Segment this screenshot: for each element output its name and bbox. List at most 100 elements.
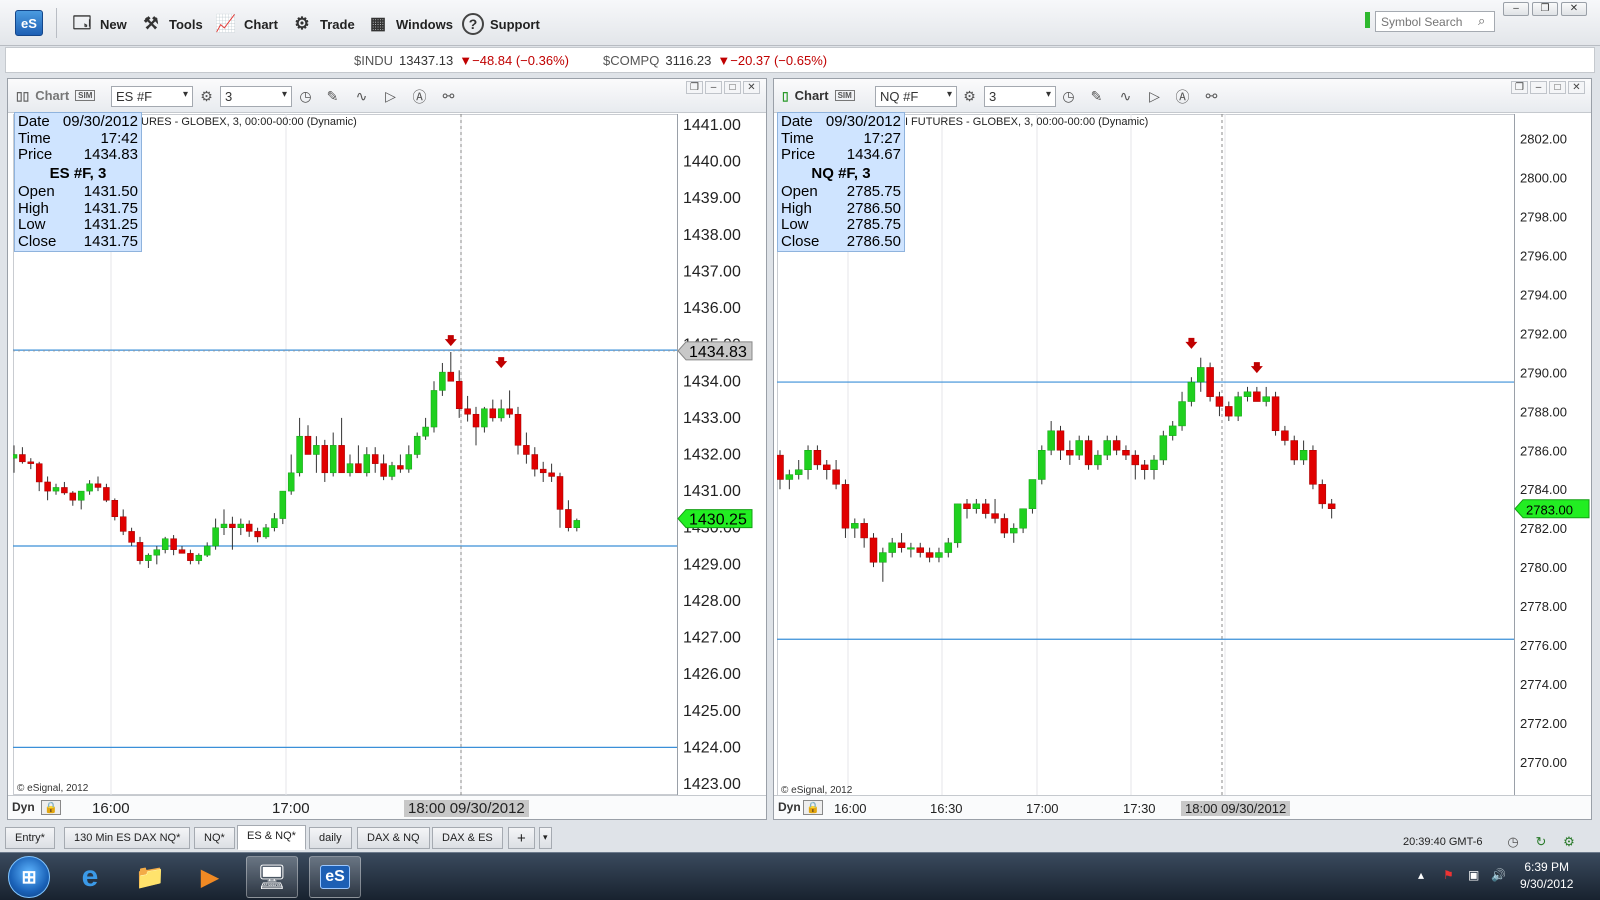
info-value: 1434.67: [846, 146, 901, 163]
interval-select[interactable]: 3: [220, 86, 292, 107]
info-value: 2785.75: [846, 183, 901, 200]
minimize-window-button[interactable]: –: [1503, 2, 1529, 16]
pane-maximize-icon[interactable]: □: [724, 81, 741, 94]
candle-down: [19, 454, 26, 463]
settings-icon[interactable]: ⚙: [197, 87, 216, 106]
data-window: Date 09/30/2012 Time 17:42 Price 1434.83 ES…: [14, 112, 142, 252]
candle-up: [1010, 527, 1018, 534]
symbol-select[interactable]: NQ #F: [875, 86, 957, 107]
candle-down: [523, 445, 530, 455]
show-hidden-icons-arrow[interactable]: ▴: [1418, 868, 1424, 882]
remote-desktop-icon[interactable]: 🖥: [246, 856, 298, 898]
network-icon[interactable]: ▣: [1468, 868, 1479, 882]
restore-window-button[interactable]: ❐: [1532, 2, 1558, 16]
candle-down: [472, 413, 480, 428]
file-explorer-icon[interactable]: 📁: [124, 856, 176, 898]
esignal-logo[interactable]: eS: [15, 10, 43, 36]
close-window-button[interactable]: ✕: [1561, 2, 1587, 16]
page-tab[interactable]: NQ*: [194, 827, 235, 849]
candle-up: [203, 545, 211, 556]
dyn-label[interactable]: Dyn: [12, 800, 35, 814]
page-tab-active[interactable]: ES & NQ*: [237, 825, 306, 850]
page-tab[interactable]: Entry*: [5, 827, 55, 849]
draw-pencil-icon[interactable]: ✎: [1087, 87, 1106, 106]
search-icon[interactable]: ⌕: [1478, 13, 1485, 29]
support-button[interactable]: ? Support: [462, 10, 540, 38]
info-label: Price: [18, 146, 53, 163]
clock-status-icon[interactable]: ◷: [1505, 834, 1521, 850]
add-tab-button[interactable]: +: [508, 827, 535, 849]
clock-icon[interactable]: ◷: [1059, 87, 1078, 106]
page-tab[interactable]: DAX & ES: [432, 827, 503, 849]
info-value: 2786.50: [846, 199, 901, 217]
y-tick-label: 2788.00: [1520, 404, 1567, 419]
tools-button[interactable]: ⚒ Tools: [139, 10, 202, 38]
info-row-time: Time 17:27: [781, 130, 901, 148]
play-icon[interactable]: ▷: [1145, 87, 1164, 106]
symbol-search-input[interactable]: [1375, 11, 1495, 32]
tab-menu-dropdown[interactable]: ▾: [539, 827, 552, 849]
candle-down: [1122, 450, 1130, 456]
candle-down: [916, 547, 924, 553]
study-curve-icon[interactable]: ∿: [1116, 87, 1135, 106]
internet-explorer-icon[interactable]: e: [64, 856, 116, 898]
link-icon[interactable]: SIM: [75, 90, 96, 101]
candle-up: [1178, 401, 1186, 427]
play-icon[interactable]: ▷: [381, 87, 400, 106]
symbol-select[interactable]: ES #F: [111, 86, 193, 107]
media-player-icon[interactable]: ▶: [184, 856, 236, 898]
candle-up: [879, 552, 887, 563]
chart-button[interactable]: 📈 Chart: [214, 10, 278, 38]
esignal-app: eS 🗔 New ⚒ Tools 📈 Chart ⚙ Trade ▦ Windo…: [0, 0, 1600, 900]
draw-pencil-icon[interactable]: ✎: [323, 87, 342, 106]
new-button[interactable]: 🗔 New: [70, 10, 127, 38]
pane-float-icon[interactable]: ❐: [1511, 81, 1528, 94]
pane-close-icon[interactable]: ✕: [1568, 81, 1585, 94]
candle-up: [1243, 391, 1252, 397]
pane-minimize-icon[interactable]: –: [1530, 81, 1547, 94]
ticker-item[interactable]: $INDU 13437.13 ▼−48.84 (−0.36%): [354, 53, 569, 68]
settings-icon[interactable]: ⚙: [960, 87, 979, 106]
link-icon[interactable]: SIM: [834, 90, 855, 101]
y-tick-label: 1431.00: [683, 483, 741, 500]
lock-icon[interactable]: 🔒: [803, 800, 823, 815]
alert-icon[interactable]: Ⓐ: [1173, 87, 1192, 106]
volume-icon[interactable]: 🔊: [1491, 868, 1506, 882]
system-clock[interactable]: 6:39 PM 9/30/2012: [1520, 859, 1573, 893]
study-curve-icon[interactable]: ∿: [352, 87, 371, 106]
page-tab[interactable]: DAX & NQ: [357, 827, 430, 849]
pane-minimize-icon[interactable]: –: [705, 81, 722, 94]
page-tab[interactable]: 130 Min ES DAX NQ*: [64, 827, 191, 849]
esignal-taskbar-app[interactable]: eS: [309, 856, 361, 898]
clock-icon[interactable]: ◷: [296, 87, 315, 106]
trade-button[interactable]: ⚙ Trade: [290, 10, 354, 38]
candle-down: [514, 413, 522, 446]
refresh-icon[interactable]: ↻: [1533, 834, 1549, 850]
lock-icon[interactable]: 🔒: [41, 800, 61, 815]
candle-down: [1000, 518, 1009, 534]
pane-float-icon[interactable]: ❐: [686, 81, 703, 94]
chart-description: NI FUTURES - GLOBEX, 3, 00:00-00:00 (Dyn…: [897, 116, 1149, 128]
info-value: 1434.83: [83, 146, 138, 163]
candle-down: [981, 503, 990, 514]
link-chain-icon[interactable]: ⚯: [1202, 87, 1221, 106]
candle-up: [953, 503, 962, 544]
interval-select[interactable]: 3: [984, 86, 1056, 107]
alert-icon[interactable]: Ⓐ: [410, 87, 429, 106]
candle-up: [944, 542, 953, 553]
last-price-label: 2783.00: [1526, 503, 1573, 518]
pane-close-icon[interactable]: ✕: [743, 81, 760, 94]
windows-label: Windows: [396, 16, 453, 32]
candle-down: [813, 450, 822, 466]
start-button[interactable]: ⊞: [8, 856, 50, 898]
link-chain-icon[interactable]: ⚯: [439, 87, 458, 106]
dyn-label[interactable]: Dyn: [778, 800, 801, 814]
pane-maximize-icon[interactable]: □: [1549, 81, 1566, 94]
candle-up: [1047, 430, 1055, 451]
windows-button[interactable]: ▦ Windows: [366, 10, 453, 38]
ticker-item[interactable]: $COMPQ 3116.23 ▼−20.37 (−0.65%): [603, 53, 827, 68]
settings-status-icon[interactable]: ⚙: [1561, 834, 1577, 850]
page-tab[interactable]: daily: [309, 827, 352, 849]
action-center-icon[interactable]: ⚑: [1443, 868, 1454, 882]
candle-up: [413, 435, 421, 455]
